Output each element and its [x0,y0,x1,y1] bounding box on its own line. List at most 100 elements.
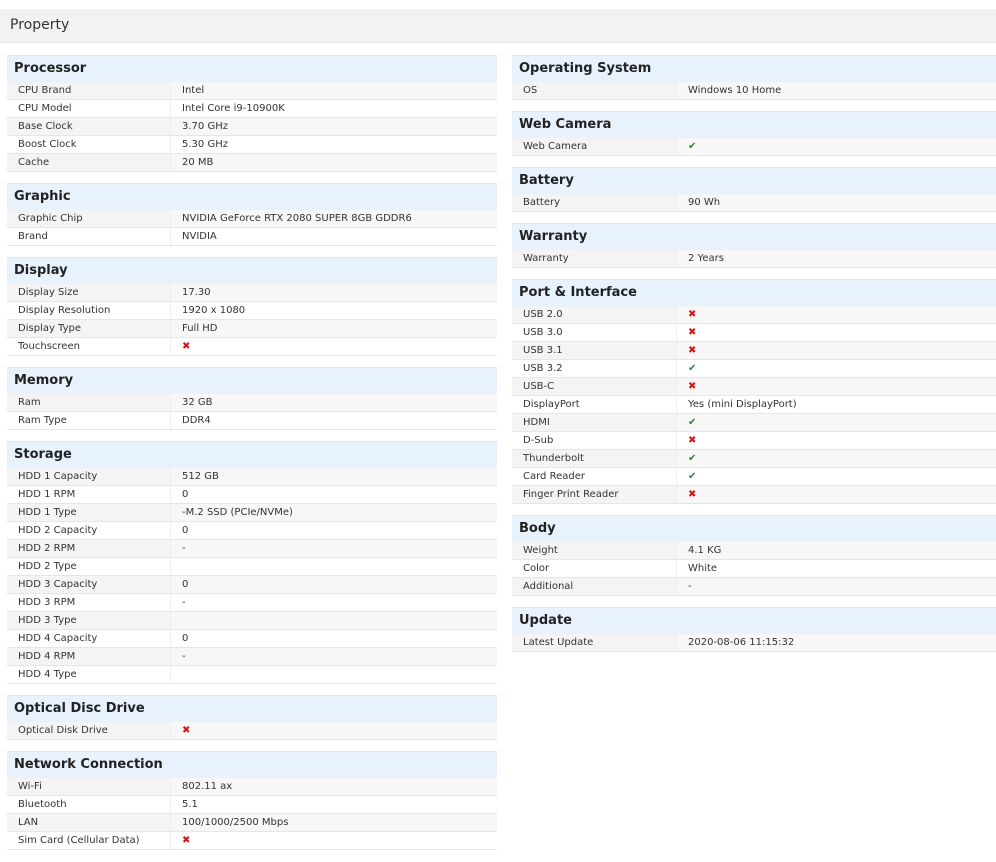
check-icon: ✔ [688,453,697,464]
spec-row-display-resolution: Display Resolution 1920 x 1080 [7,302,497,320]
spec-row-battery: Battery 90 Wh [512,194,996,212]
check-icon: ✔ [688,363,697,374]
spec-label: Warranty [512,250,676,267]
cross-icon: ✖ [688,327,697,338]
section-title: Network Connection [7,751,497,778]
spec-label: Display Type [7,320,170,337]
spec-label: Ram [7,394,170,411]
section-processor: Processor CPU Brand Intel CPU Model Intel Co… [7,55,497,172]
section-update: Update Latest Update 2020-08-06 11:15:32 [512,607,996,652]
spec-row-warranty: Warranty 2 Years [512,250,996,268]
spec-value: ✖ [676,378,996,395]
spec-row-hdd-1-capacity: HDD 1 Capacity 512 GB [7,468,497,486]
spec-value: ✖ [170,338,497,355]
section-title: Update [512,607,996,634]
spec-value: 20 MB [170,154,497,171]
spec-rows: Wi-Fi 802.11 ax Bluetooth 5.1 LAN 100/1000/25… [7,778,497,850]
spec-label: Web Camera [512,138,676,155]
spec-rows: HDD 1 Capacity 512 GB HDD 1 RPM 0 HDD 1 Type… [7,468,497,684]
spec-row-hdd-4-type: HDD 4 Type [7,666,497,684]
spec-label: HDD 4 Type [7,666,170,683]
spec-label: Cache [7,154,170,171]
spec-value [170,612,497,629]
spec-rows: CPU Brand Intel CPU Model Intel Core i9-109… [7,82,497,172]
spec-label: Display Size [7,284,170,301]
spec-row-base-clock: Base Clock 3.70 GHz [7,118,497,136]
spec-value: 32 GB [170,394,497,411]
section-web-camera: Web Camera Web Camera ✔ [512,111,996,156]
spec-value: ✖ [676,324,996,341]
spec-label: Weight [512,542,676,559]
section-title: Port & Interface [512,279,996,306]
spec-row-hdd-1-rpm: HDD 1 RPM 0 [7,486,497,504]
section-title: Optical Disc Drive [7,695,497,722]
section-title: Warranty [512,223,996,250]
spec-rows: USB 2.0 ✖ USB 3.0 ✖ USB 3.1 ✖ USB 3.2 ✔ USB-C ✖ Di… [512,306,996,504]
section-title: Web Camera [512,111,996,138]
section-memory: Memory Ram 32 GB Ram Type DDR4 [7,367,497,430]
spec-row-usb-3-2: USB 3.2 ✔ [512,360,996,378]
spec-label: USB 2.0 [512,306,676,323]
spec-value: 100/1000/2500 Mbps [170,814,497,831]
spec-rows: Display Size 17.30 Display Resolution 1920 … [7,284,497,356]
spec-label: USB 3.2 [512,360,676,377]
spec-value: 512 GB [170,468,497,485]
spec-value: ✖ [676,342,996,359]
cross-icon: ✖ [182,835,191,846]
spec-row-bluetooth: Bluetooth 5.1 [7,796,497,814]
spec-value: Intel [170,82,497,99]
spec-row-touchscreen: Touchscreen ✖ [7,338,497,356]
spec-label: Sim Card (Cellular Data) [7,832,170,849]
spec-row-graphic-chip: Graphic Chip NVIDIA GeForce RTX 2080 SUPE… [7,210,497,228]
page-title: Property [0,9,996,43]
check-icon: ✔ [688,471,697,482]
spec-value: 0 [170,522,497,539]
spec-row-hdd-4-rpm: HDD 4 RPM - [7,648,497,666]
spec-rows: Web Camera ✔ [512,138,996,156]
spec-value: 2020-08-06 11:15:32 [676,634,996,651]
spec-label: HDD 1 RPM [7,486,170,503]
spec-row-brand: Brand NVIDIA [7,228,497,246]
spec-label: Ram Type [7,412,170,429]
spec-label: Boost Clock [7,136,170,153]
spec-row-additional: Additional - [512,578,996,596]
spec-label: HDD 1 Type [7,504,170,521]
section-body: Body Weight 4.1 KG Color White Additional - [512,515,996,596]
spec-value: NVIDIA [170,228,497,245]
spec-row-wi-fi: Wi-Fi 802.11 ax [7,778,497,796]
section-title: Body [512,515,996,542]
spec-label: USB 3.0 [512,324,676,341]
spec-label: Touchscreen [7,338,170,355]
spec-label: CPU Brand [7,82,170,99]
spec-rows: Ram 32 GB Ram Type DDR4 [7,394,497,430]
section-title: Graphic [7,183,497,210]
section-title: Operating System [512,55,996,82]
spec-row-card-reader: Card Reader ✔ [512,468,996,486]
spec-value: ✖ [170,722,497,739]
spec-label: Wi-Fi [7,778,170,795]
section-graphic: Graphic Graphic Chip NVIDIA GeForce RTX 20… [7,183,497,246]
spec-value: 0 [170,486,497,503]
spec-value: DDR4 [170,412,497,429]
spec-label: Display Resolution [7,302,170,319]
spec-value: ✔ [676,450,996,467]
spec-label: HDD 2 Capacity [7,522,170,539]
spec-row-usb-3-0: USB 3.0 ✖ [512,324,996,342]
spec-row-cpu-model: CPU Model Intel Core i9-10900K [7,100,497,118]
spec-row-hdd-2-rpm: HDD 2 RPM - [7,540,497,558]
spec-rows: Latest Update 2020-08-06 11:15:32 [512,634,996,652]
cross-icon: ✖ [688,345,697,356]
spec-label: Bluetooth [7,796,170,813]
spec-value: ✔ [676,138,996,155]
spec-rows: Battery 90 Wh [512,194,996,212]
spec-label: HDMI [512,414,676,431]
spec-value: ✖ [676,486,996,503]
spec-label: Color [512,560,676,577]
spec-value: - [676,578,996,595]
spec-value: ✔ [676,468,996,485]
spec-label: HDD 3 Type [7,612,170,629]
spec-row-hdd-1-type: HDD 1 Type -M.2 SSD (PCIe/NVMe) [7,504,497,522]
spec-row-usb-c: USB-C ✖ [512,378,996,396]
spec-label: HDD 3 Capacity [7,576,170,593]
spec-rows: Graphic Chip NVIDIA GeForce RTX 2080 SUPE… [7,210,497,246]
